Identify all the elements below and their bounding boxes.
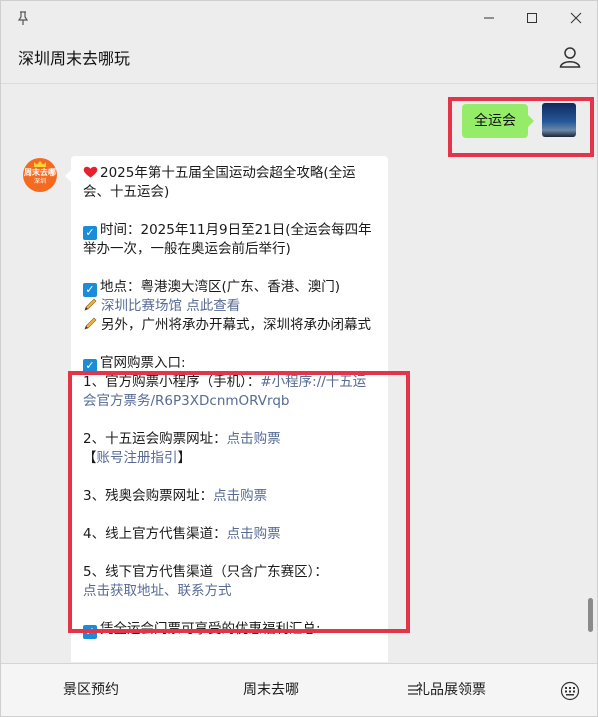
ceremony-line: 另外，广州将承办开幕式，深圳将承办闭幕式: [83, 316, 378, 335]
checkbox-icon: ✓: [83, 226, 97, 240]
ticket-header: 官网购票入口:: [100, 355, 186, 371]
message-title-line: 2025年第十五届全国运动会超全攻略(全运会、十五运会): [83, 164, 378, 202]
highlight-box-user-message: [448, 97, 594, 157]
highlight-box-ticket-section: [68, 371, 410, 633]
minimize-icon[interactable]: [475, 7, 503, 29]
menu-item-scenic-booking[interactable]: 景区预约: [1, 664, 181, 716]
checkbox-icon: ✓: [83, 283, 97, 297]
chat-title: 深圳周末去哪玩: [18, 49, 131, 68]
close-icon[interactable]: [562, 7, 590, 29]
chat-header: 深圳周末去哪玩: [1, 35, 597, 84]
time-text: 时间：2025年11月9日至21日(全运会每四年举办一次，一般在奥运会前后举行): [83, 222, 372, 257]
crown-icon: [34, 161, 46, 167]
bottom-menu: 景区预约 周末去哪 礼品展领票: [1, 663, 597, 716]
title-bar: [1, 1, 597, 35]
profile-icon[interactable]: [558, 45, 582, 69]
pin-icon[interactable]: [15, 10, 31, 26]
message-title: 2025年第十五届全国运动会超全攻略(全运会、十五运会): [83, 165, 356, 200]
bot-avatar[interactable]: 周末去哪 深圳: [23, 158, 57, 192]
bot-avatar-subtext: 深圳: [33, 178, 46, 185]
heart-icon: [83, 166, 98, 178]
pencil-icon: [84, 317, 97, 330]
scrollbar-thumb[interactable]: [588, 598, 593, 632]
time-line: ✓ 时间：2025年11月9日至21日(全运会每四年举办一次，一般在奥运会前后举行…: [83, 221, 378, 259]
venue-line: 深圳比赛场馆 点此查看: [83, 297, 378, 316]
maximize-icon[interactable]: [518, 7, 546, 29]
venue-link[interactable]: 深圳比赛场馆 点此查看: [101, 298, 240, 314]
place-text: 地点：粤港澳大湾区(广东、香港、澳门): [100, 279, 341, 295]
pencil-icon: [84, 298, 97, 311]
ceremony-text: 另外，广州将承办开幕式，深圳将承办闭幕式: [101, 317, 371, 333]
menu-item-weekend[interactable]: 周末去哪: [181, 664, 361, 716]
message-list[interactable]: 全运会 周末去哪 深圳 2025年第十五届全国运动会超全攻略(全运会、十五运会)…: [1, 84, 597, 662]
bot-avatar-text: 周末去哪: [24, 168, 56, 177]
place-line: ✓ 地点：粤港澳大湾区(广东、香港、澳门): [83, 278, 378, 297]
chat-window: 深圳周末去哪玩 全运会 周末去哪 深圳 2025年第十五届全国运动会超全攻略(全…: [0, 0, 598, 717]
menu-item-gift-tickets[interactable]: 礼品展领票: [361, 664, 541, 716]
keyboard-icon[interactable]: [559, 681, 581, 701]
